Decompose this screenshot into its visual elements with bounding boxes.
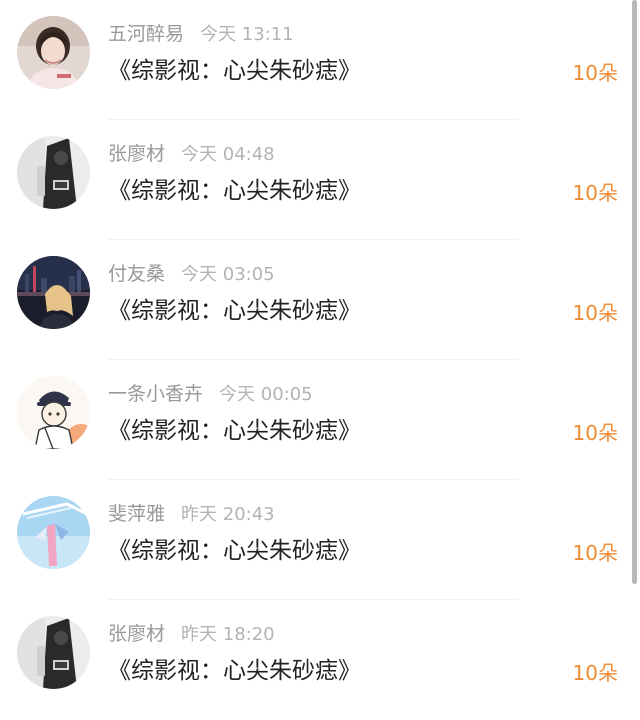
meta: 五河醉易 今天 13:11 bbox=[108, 20, 294, 48]
username[interactable]: 一条小香卉 bbox=[108, 383, 203, 405]
avatar[interactable] bbox=[17, 256, 90, 329]
list-item[interactable]: 一条小香卉 今天 00:05 《综影视：心尖朱砂痣》 10朵 bbox=[0, 360, 628, 480]
username[interactable]: 付友桑 bbox=[108, 263, 165, 285]
avatar-girl-pink-shirt-icon bbox=[17, 16, 90, 89]
avatar-dark-bw-photo-icon bbox=[17, 136, 90, 209]
meta: 张廖材 今天 04:48 bbox=[108, 140, 275, 168]
meta: 斐萍雅 昨天 20:43 bbox=[108, 500, 275, 528]
avatar[interactable] bbox=[17, 616, 90, 689]
timestamp: 今天 00:05 bbox=[219, 384, 313, 405]
username[interactable]: 斐萍雅 bbox=[108, 503, 165, 525]
avatar-night-city-icon bbox=[17, 256, 90, 329]
avatar[interactable] bbox=[17, 496, 90, 569]
timestamp: 今天 03:05 bbox=[181, 264, 275, 285]
book-title[interactable]: 《综影视：心尖朱砂痣》 bbox=[108, 654, 361, 688]
username[interactable]: 张廖材 bbox=[108, 143, 165, 165]
list-item[interactable]: 付友桑 今天 03:05 《综影视：心尖朱砂痣》 10朵 bbox=[0, 240, 628, 360]
gift-record-list: 五河醉易 今天 13:11 《综影视：心尖朱砂痣》 10朵 张廖材 今天 04:48… bbox=[0, 0, 628, 703]
flower-count: 10朵 bbox=[572, 541, 618, 565]
avatar[interactable] bbox=[17, 16, 90, 89]
timestamp: 今天 04:48 bbox=[181, 144, 275, 165]
list-item[interactable]: 斐萍雅 昨天 20:43 《综影视：心尖朱砂痣》 10朵 bbox=[0, 480, 628, 600]
timestamp: 昨天 20:43 bbox=[181, 504, 275, 525]
meta: 一条小香卉 今天 00:05 bbox=[108, 380, 313, 408]
avatar[interactable] bbox=[17, 136, 90, 209]
username[interactable]: 张廖材 bbox=[108, 623, 165, 645]
flower-count: 10朵 bbox=[572, 61, 618, 85]
book-title[interactable]: 《综影视：心尖朱砂痣》 bbox=[108, 294, 361, 328]
flower-count: 10朵 bbox=[572, 301, 618, 325]
meta: 张廖材 昨天 18:20 bbox=[108, 620, 275, 648]
username[interactable]: 五河醉易 bbox=[108, 23, 184, 45]
list-item[interactable]: 五河醉易 今天 13:11 《综影视：心尖朱砂痣》 10朵 bbox=[0, 0, 628, 120]
avatar-dark-bw-photo-icon bbox=[17, 616, 90, 689]
flower-count: 10朵 bbox=[572, 421, 618, 445]
flower-count: 10朵 bbox=[572, 181, 618, 205]
timestamp: 昨天 18:20 bbox=[181, 624, 275, 645]
list-item[interactable]: 张廖材 今天 04:48 《综影视：心尖朱砂痣》 10朵 bbox=[0, 120, 628, 240]
timestamp: 今天 13:11 bbox=[200, 24, 294, 45]
book-title[interactable]: 《综影视：心尖朱砂痣》 bbox=[108, 54, 361, 88]
avatar-cartoon-girl-icon bbox=[17, 376, 90, 449]
avatar[interactable] bbox=[17, 376, 90, 449]
flower-count: 10朵 bbox=[572, 661, 618, 685]
list-item[interactable]: 张廖材 昨天 18:20 《综影视：心尖朱砂痣》 10朵 bbox=[0, 600, 628, 720]
book-title[interactable]: 《综影视：心尖朱砂痣》 bbox=[108, 414, 361, 448]
meta: 付友桑 今天 03:05 bbox=[108, 260, 275, 288]
scrollbar[interactable] bbox=[632, 0, 637, 584]
avatar-sky-photo-icon bbox=[17, 496, 90, 569]
book-title[interactable]: 《综影视：心尖朱砂痣》 bbox=[108, 174, 361, 208]
book-title[interactable]: 《综影视：心尖朱砂痣》 bbox=[108, 534, 361, 568]
